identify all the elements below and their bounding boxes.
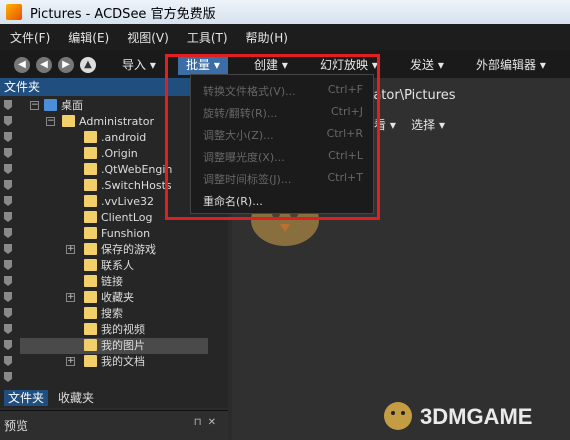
expand-toggle-icon[interactable]: + bbox=[66, 245, 75, 254]
tree-item[interactable]: 我的文档 bbox=[84, 354, 145, 370]
back-arrow-icon-secondary[interactable]: ◀ bbox=[36, 57, 52, 73]
tree-item[interactable]: 联系人 bbox=[84, 258, 134, 274]
folder-icon bbox=[84, 131, 97, 143]
pin-icon bbox=[4, 180, 12, 190]
chevron-down-icon: ▾ bbox=[539, 58, 546, 72]
chevron-down-icon: ▾ bbox=[389, 118, 396, 132]
pin-icon bbox=[4, 116, 12, 126]
tree-item[interactable]: ClientLog bbox=[84, 210, 153, 226]
menu-file[interactable]: 文件(F) bbox=[10, 29, 50, 46]
tree-item[interactable]: 搜索 bbox=[84, 306, 123, 322]
tree-item[interactable]: 链接 bbox=[84, 274, 123, 290]
collapse-toggle-icon[interactable]: − bbox=[46, 117, 55, 126]
path-bar[interactable]: rator\Pictures bbox=[368, 88, 456, 103]
tree-item[interactable]: 收藏夹 bbox=[84, 290, 134, 306]
pane-controls[interactable]: ⊓✕ bbox=[194, 417, 222, 428]
pin-icon bbox=[4, 164, 12, 174]
tree-item[interactable]: 保存的游戏 bbox=[84, 242, 156, 258]
pin-icon[interactable]: ⊓ bbox=[194, 417, 208, 428]
folder-icon bbox=[84, 307, 97, 319]
pin-icon bbox=[4, 276, 12, 286]
folder-icon bbox=[84, 179, 97, 191]
user-folder-icon bbox=[62, 115, 75, 127]
3dmgame-watermark-logo: 3DMGAME bbox=[384, 402, 532, 430]
pin-icon bbox=[4, 100, 12, 110]
chevron-down-icon: ▾ bbox=[438, 118, 446, 132]
folder-icon bbox=[84, 355, 97, 367]
pin-icon bbox=[4, 260, 12, 270]
title-bar: Pictures - ACDSee 官方免费版 bbox=[0, 0, 570, 24]
back-arrow-icon[interactable]: ◀ bbox=[14, 57, 30, 73]
folder-icon bbox=[84, 291, 97, 303]
pin-icon bbox=[4, 228, 12, 238]
desktop-icon bbox=[44, 99, 57, 111]
pin-icon bbox=[4, 132, 12, 142]
pin-icon bbox=[4, 372, 12, 382]
preview-title: 预览 bbox=[4, 419, 29, 433]
tree-item[interactable]: .android bbox=[84, 130, 146, 146]
folder-icon bbox=[84, 147, 97, 159]
collapse-toggle-icon[interactable]: − bbox=[30, 101, 39, 110]
pin-icon bbox=[4, 308, 12, 318]
tab-folders[interactable]: 文件夹 bbox=[4, 390, 49, 406]
menu-tools[interactable]: 工具(T) bbox=[187, 29, 228, 46]
pin-icon bbox=[4, 244, 12, 254]
expand-toggle-icon[interactable]: + bbox=[66, 357, 75, 366]
menu-edit[interactable]: 编辑(E) bbox=[68, 29, 109, 46]
send-button[interactable]: 发送 ▾ bbox=[410, 56, 444, 73]
chevron-down-icon: ▾ bbox=[149, 58, 156, 72]
pin-icon bbox=[4, 356, 12, 366]
folder-icon bbox=[84, 259, 97, 271]
tab-favorites[interactable]: 收藏夹 bbox=[54, 390, 98, 406]
tree-item-selected[interactable]: 我的图片 bbox=[20, 338, 208, 354]
import-button[interactable]: 导入 ▾ bbox=[122, 56, 156, 73]
close-icon[interactable]: ✕ bbox=[208, 417, 222, 428]
folder-icon bbox=[84, 323, 97, 335]
chevron-down-icon: ▾ bbox=[437, 58, 444, 72]
pin-icon bbox=[4, 212, 12, 222]
red-highlight-box bbox=[165, 54, 380, 220]
forward-arrow-icon[interactable]: ▶ bbox=[58, 57, 74, 73]
pin-icon bbox=[4, 340, 12, 350]
acdsee-app-icon bbox=[6, 4, 22, 20]
tree-item[interactable]: .vvLive32 bbox=[84, 194, 154, 210]
menu-bar: 文件(F) 编辑(E) 视图(V) 工具(T) 帮助(H) bbox=[0, 24, 570, 50]
tree-item[interactable]: 我的视频 bbox=[84, 322, 145, 338]
pin-icon bbox=[4, 196, 12, 206]
watermark-text: 3DMGAME bbox=[420, 404, 532, 429]
folder-icon bbox=[84, 163, 97, 175]
tree-item[interactable]: Funshion bbox=[84, 226, 150, 242]
tree-item[interactable]: .QtWebEngin bbox=[84, 162, 172, 178]
pin-icon bbox=[4, 324, 12, 334]
tree-item-administrator[interactable]: Administrator bbox=[62, 114, 154, 130]
pin-icon bbox=[4, 148, 12, 158]
folder-icon bbox=[84, 211, 97, 223]
folder-icon bbox=[84, 339, 97, 351]
preview-pane: 预览 ⊓✕ bbox=[0, 410, 228, 440]
tree-item[interactable]: .SwitchHosts bbox=[84, 178, 172, 194]
menu-view[interactable]: 视图(V) bbox=[127, 29, 169, 46]
expand-toggle-icon[interactable]: + bbox=[66, 293, 75, 302]
select-menu-button[interactable]: 选择 ▾ bbox=[411, 118, 445, 132]
up-arrow-icon[interactable]: ▲ bbox=[80, 57, 96, 73]
folder-icon bbox=[84, 243, 97, 255]
tree-item-desktop[interactable]: 桌面 bbox=[44, 98, 83, 114]
folder-icon bbox=[84, 275, 97, 287]
left-pane-tabs: 文件夹 收藏夹 bbox=[0, 388, 228, 408]
folder-icon bbox=[84, 195, 97, 207]
folder-icon bbox=[84, 227, 97, 239]
external-editor-button[interactable]: 外部编辑器 ▾ bbox=[476, 56, 546, 73]
menu-help[interactable]: 帮助(H) bbox=[246, 29, 288, 46]
pin-icon bbox=[4, 292, 12, 302]
tree-item[interactable]: .Origin bbox=[84, 146, 138, 162]
window-title: Pictures - ACDSee 官方免费版 bbox=[30, 6, 216, 22]
